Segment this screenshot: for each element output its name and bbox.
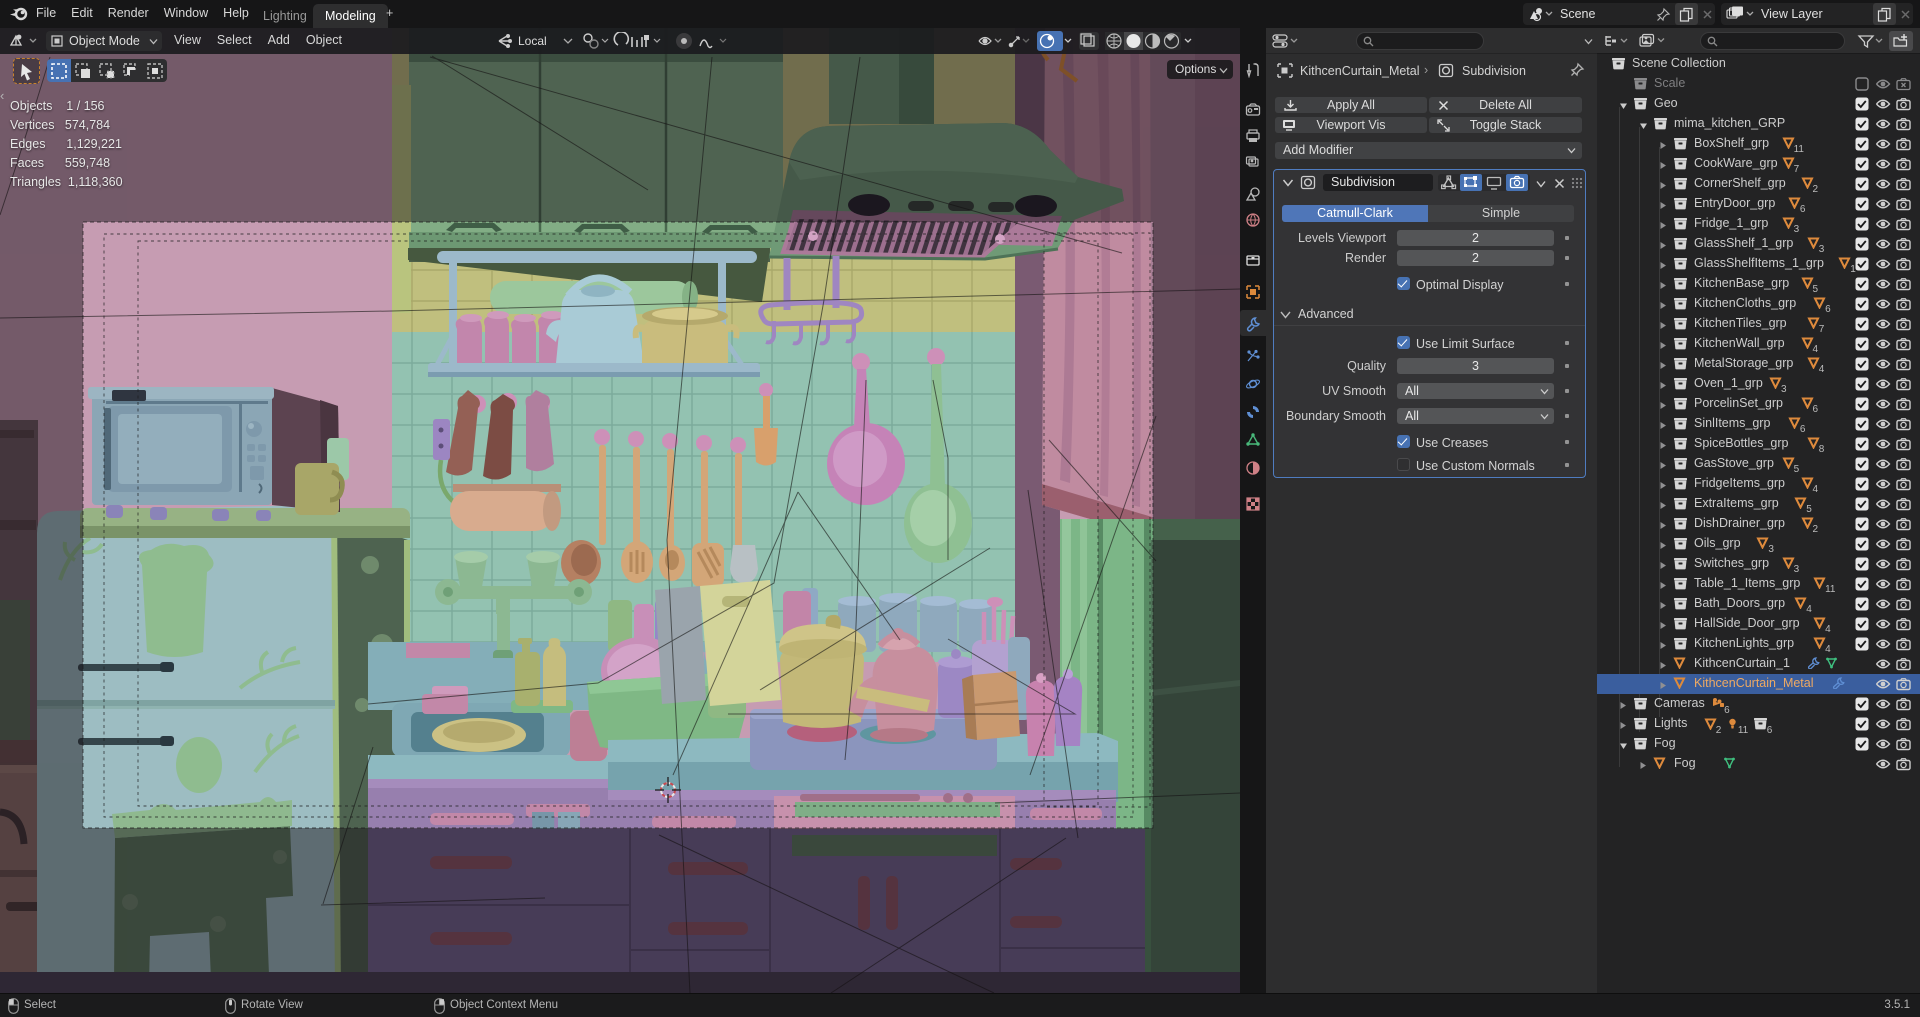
- svg-text:Local: Local: [518, 34, 547, 48]
